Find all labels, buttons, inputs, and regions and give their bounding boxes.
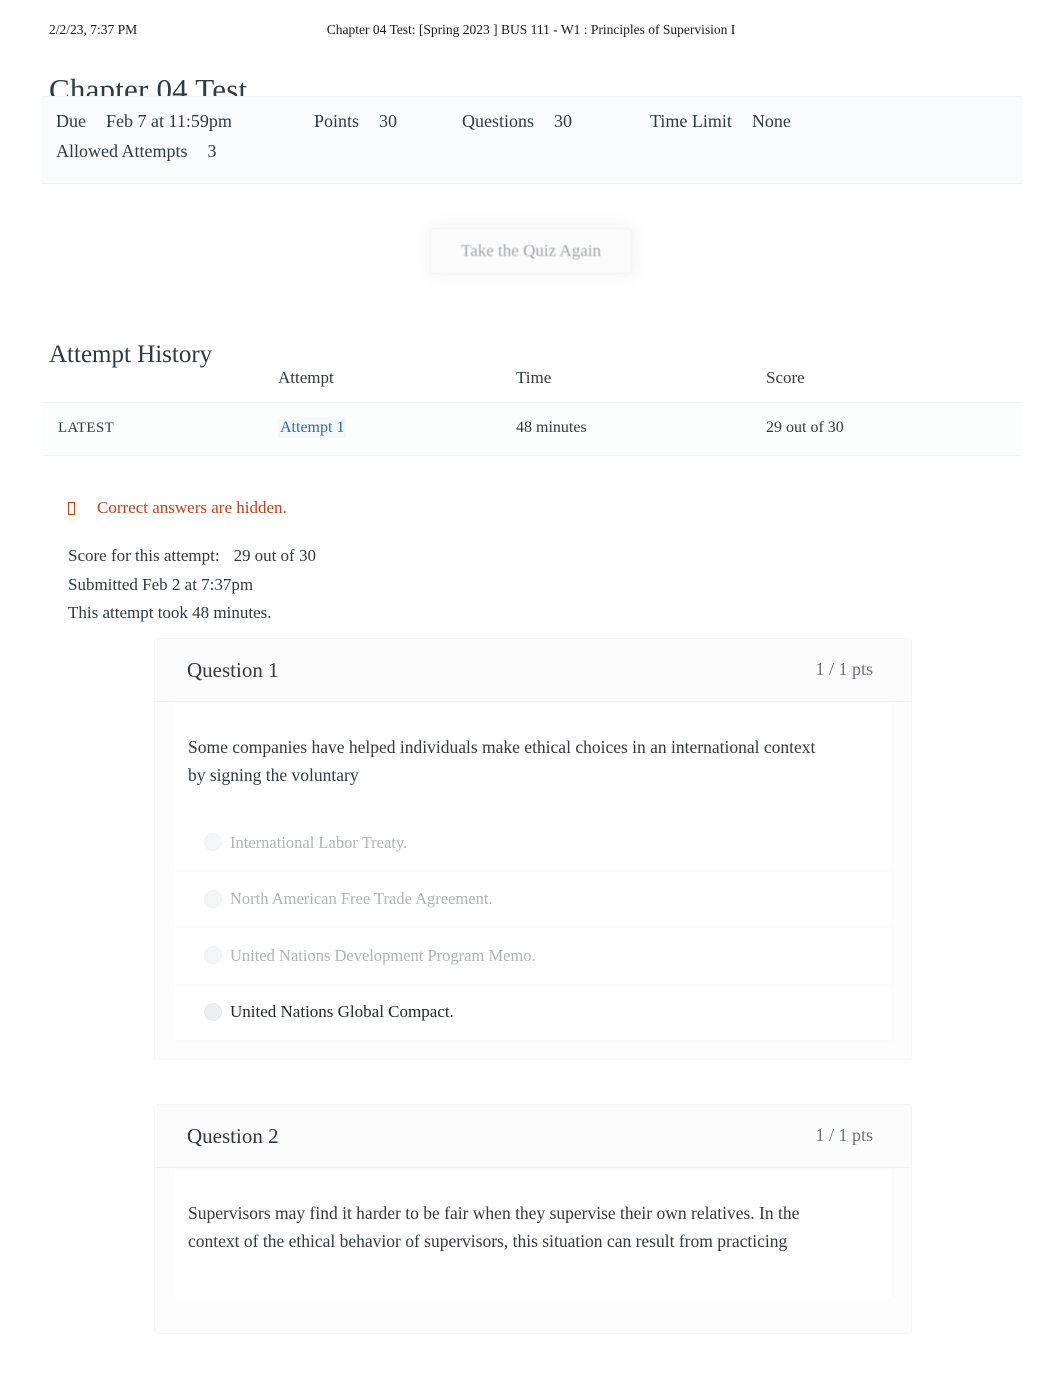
column-header-kept: [42, 368, 278, 403]
question-2-header: Question 2 1 / 1 pts: [155, 1105, 911, 1168]
submitted-line: Submitted Feb 2 at 7:37pm: [68, 574, 254, 594]
quiz-questions-value: 30: [554, 111, 572, 131]
score-for-attempt-label: Score for this attempt:: [68, 546, 220, 565]
print-header: 2/2/23, 7:37 PM Chapter 04 Test: [Spring…: [0, 22, 1062, 42]
answer-option-label: United Nations Global Compact.: [230, 1002, 454, 1022]
question-1-name: Question 1: [187, 658, 279, 682]
question-1-answers: International Labor Treaty. North Americ…: [174, 815, 892, 1041]
print-page-title: Chapter 04 Test: [Spring 2023 ] BUS 111 …: [326, 22, 736, 37]
quiz-details-band: Due Feb 7 at 11:59pm Points 30 Questions 30…: [42, 96, 1022, 184]
radio-button-icon[interactable]: [204, 833, 222, 851]
quiz-questions: Questions 30: [462, 111, 572, 132]
attempt-score-cell: 29 out of 30: [766, 402, 1022, 456]
quiz-points-value: 30: [379, 111, 398, 131]
table-header-row: Attempt Time Score: [42, 368, 1022, 403]
eye-slash-icon: [68, 501, 75, 515]
question-2-body: Supervisors may find it harder to be fai…: [173, 1168, 893, 1300]
quiz-details-row-1: Due Feb 7 at 11:59pm Points 30 Questions 30…: [42, 111, 1022, 141]
table-row: LATEST Attempt 1 48 minutes 29 out of 30: [42, 402, 1022, 456]
radio-button-icon[interactable]: [204, 889, 222, 908]
answer-option[interactable]: International Labor Treaty.: [174, 815, 892, 872]
question-card-1: Question 1 1 / 1 pts Some companies have…: [154, 638, 912, 1060]
take-quiz-again-container: Take the Quiz Again: [0, 228, 1062, 274]
score-for-attempt-line: Score for this attempt: 29 out of 30: [68, 542, 316, 571]
quiz-time-limit-value: None: [751, 111, 791, 131]
quiz-allowed-attempts: Allowed Attempts 3: [56, 141, 217, 162]
radio-button-icon[interactable]: [204, 946, 222, 964]
column-header-score: Score: [766, 368, 1022, 403]
answer-option-label: United Nations Development Program Memo.: [230, 945, 536, 965]
score-for-attempt-value: 29: [233, 546, 251, 565]
attempt-1-link[interactable]: Attempt 1: [278, 417, 347, 438]
question-2-points: 1 / 1 pts: [815, 1125, 873, 1145]
quiz-time-limit-label: Time Limit: [650, 111, 732, 131]
answer-option-label: International Labor Treaty.: [230, 832, 408, 852]
quiz-due-label: Due: [56, 111, 86, 131]
question-1-body: Some companies have helped individuals m…: [173, 702, 893, 1042]
question-1-text: Some companies have helped individuals m…: [188, 737, 816, 785]
column-header-time: Time: [516, 368, 766, 403]
question-2-name: Question 2: [187, 1124, 279, 1148]
take-quiz-again-button[interactable]: Take the Quiz Again: [430, 228, 632, 274]
question-2-text: Supervisors may find it harder to be fai…: [188, 1203, 800, 1251]
answer-option[interactable]: United Nations Development Program Memo.: [174, 928, 892, 985]
answer-option[interactable]: North American Free Trade Agreement.: [174, 872, 892, 928]
quiz-points-label: Points: [314, 111, 360, 131]
question-1-header: Question 1 1 / 1 pts: [155, 639, 911, 702]
answer-option-label: North American Free Trade Agreement.: [230, 889, 493, 909]
quiz-allowed-attempts-value: 3: [207, 141, 217, 161]
radio-button-selected-icon[interactable]: [204, 1002, 222, 1021]
attempt-history-table: Attempt Time Score LATEST Attempt 1 48 m…: [42, 368, 1022, 456]
attempt-time-cell: 48 minutes: [516, 402, 766, 456]
quiz-details-row-2: Allowed Attempts 3: [42, 141, 1022, 171]
quiz-allowed-attempts-label: Allowed Attempts: [56, 141, 188, 161]
correct-answers-hidden-text: Correct answers are hidden.: [97, 498, 287, 517]
quiz-points: Points 30: [314, 111, 397, 132]
question-card-2: Question 2 1 / 1 pts Supervisors may fin…: [154, 1104, 912, 1334]
score-for-attempt-suffix: out of 30: [254, 546, 316, 565]
attempt-duration-line: This attempt took 48 minutes.: [68, 603, 272, 622]
column-header-attempt: Attempt: [278, 368, 516, 403]
attempt-score-summary: Score for this attempt: 29 out of 30 Submi…: [68, 542, 316, 628]
latest-badge: LATEST: [58, 420, 114, 436]
quiz-due: Due Feb 7 at 11:59pm: [56, 111, 232, 132]
attempt-history-heading: Attempt History: [49, 340, 213, 368]
quiz-due-value: Feb 7 at 11:59pm: [106, 111, 232, 131]
quiz-time-limit: Time Limit None: [650, 111, 791, 132]
answer-option-selected[interactable]: United Nations Global Compact.: [174, 985, 892, 1041]
question-1-points: 1 / 1 pts: [815, 659, 873, 679]
correct-answers-hidden-notice: Correct answers are hidden.: [68, 498, 287, 518]
quiz-questions-label: Questions: [462, 111, 534, 131]
